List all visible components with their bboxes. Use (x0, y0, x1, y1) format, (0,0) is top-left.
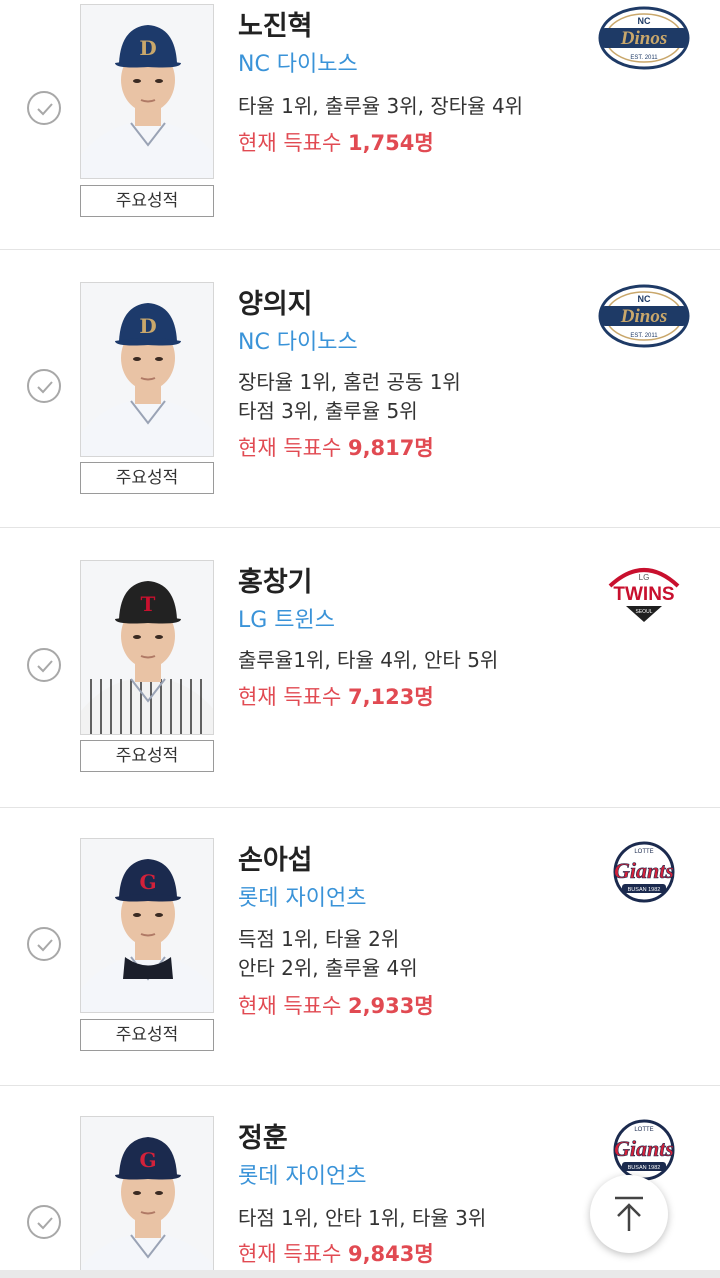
player-card: D 주요성적 양의지 NC 다이노스장타율 1위, 홈런 공동 1위타점 3위, 출… (0, 250, 720, 528)
record-line: 득점 1위, 타율 2위 (238, 927, 400, 951)
record-summary: 장타율 1위, 홈런 공동 1위타점 3위, 출루율 5위 (238, 368, 598, 426)
vote-count-label: 현재 득표수 (238, 131, 348, 155)
vote-count-label: 현재 득표수 (238, 436, 348, 460)
logo-main-text: Dinos (620, 28, 667, 49)
logo-sub-text: BUSAN 1982 (628, 1165, 661, 1171)
arrow-up-icon (615, 1196, 643, 1231)
logo-top-text: NC (638, 294, 651, 304)
nc-dinos-logo: NC Dinos EST. 2011 (596, 284, 692, 348)
record-summary: 출루율1위, 타율 4위, 안타 5위 (238, 646, 598, 675)
player-card: T 주요성적 홍창기 LG 트윈스출루율1위, 타율 4위, 안타 5위현재 득표수… (0, 528, 720, 808)
main-stats-button[interactable]: 주요성적 (80, 462, 214, 494)
logo-sub-text: SEOUL (636, 609, 653, 615)
player-name: 정훈 (238, 1123, 288, 1154)
record-line: 출루율1위, 타율 4위, 안타 5위 (238, 648, 499, 672)
vote-check-button[interactable] (27, 91, 61, 125)
scroll-to-top-button[interactable] (590, 1175, 668, 1253)
vote-count: 현재 득표수 2,933명 (238, 990, 434, 1020)
record-line: 타율 1위, 출루율 3위, 장타율 4위 (238, 94, 524, 118)
team-name: 롯데 자이언츠 (238, 1164, 367, 1189)
check-icon (37, 1217, 53, 1230)
lg-twins-emblem-icon: LG TWINS SEOUL (608, 568, 680, 622)
main-stats-button[interactable]: 주요성적 (80, 185, 214, 217)
nc-dinos-emblem-icon: NC Dinos EST. 2011 (598, 6, 690, 70)
player-photo: G (80, 838, 214, 1013)
player-silhouette-icon: D (81, 5, 213, 178)
player-card: D 주요성적 노진혁 NC 다이노스타율 1위, 출루율 3위, 장타율 4위현재 … (0, 0, 720, 250)
nc-dinos-emblem-icon: NC Dinos EST. 2011 (598, 284, 690, 348)
player-photo: D (80, 4, 214, 179)
svg-text:T: T (141, 592, 156, 616)
player-silhouette-icon: G (81, 1117, 213, 1278)
lotte-giants-logo: LOTTE Giants BUSAN 1982 (596, 840, 692, 904)
vote-count-value: 2,933명 (347, 994, 434, 1018)
vote-check-button[interactable] (27, 927, 61, 961)
nc-dinos-logo: NC Dinos EST. 2011 (596, 6, 692, 70)
vote-check-button[interactable] (27, 369, 61, 403)
lg-twins-logo: LG TWINS SEOUL (596, 562, 692, 626)
svg-text:G: G (139, 870, 156, 894)
player-name: 양의지 (238, 289, 313, 320)
svg-text:G: G (139, 1148, 156, 1172)
logo-top-text: NC (638, 16, 651, 26)
logo-main-text: Giants (614, 1136, 674, 1161)
vote-count-label: 현재 득표수 (238, 994, 348, 1018)
vote-count-label: 현재 득표수 (238, 685, 348, 709)
logo-sub-text: EST. 2011 (630, 333, 658, 339)
record-line: 타점 3위, 출루율 5위 (238, 399, 418, 423)
logo-top-text: LOTTE (634, 849, 653, 855)
logo-main-text: Dinos (620, 306, 667, 327)
logo-sub-text: EST. 2011 (630, 55, 658, 61)
record-summary: 타점 1위, 안타 1위, 타율 3위 (238, 1204, 598, 1233)
bottom-edge (0, 1270, 720, 1278)
svg-text:D: D (139, 314, 156, 338)
main-stats-button[interactable]: 주요성적 (80, 740, 214, 772)
check-icon (37, 660, 53, 673)
player-card: G 주요성적 손아섭롯데 자이언츠득점 1위, 타율 2위안타 2위, 출루율 4… (0, 808, 720, 1086)
team-name: NC 다이노스 (238, 52, 358, 77)
player-name: 노진혁 (238, 11, 313, 42)
vote-count-value: 7,123명 (347, 685, 434, 709)
logo-sub-text: BUSAN 1982 (628, 887, 661, 893)
logo-top-text: LOTTE (634, 1127, 653, 1133)
record-line: 타점 1위, 안타 1위, 타율 3위 (238, 1206, 487, 1230)
vote-count-value: 9,843명 (347, 1242, 434, 1266)
vote-count: 현재 득표수 1,754명 (238, 127, 434, 157)
player-photo: T (80, 560, 214, 735)
player-silhouette-icon: G (81, 839, 213, 1012)
record-line: 장타율 1위, 홈런 공동 1위 (238, 370, 461, 394)
logo-top-text: LG (639, 573, 650, 582)
vote-count: 현재 득표수 9,843명 (238, 1238, 434, 1268)
vote-count-label: 현재 득표수 (238, 1242, 348, 1266)
vote-count: 현재 득표수 9,817명 (238, 432, 434, 462)
record-summary: 타율 1위, 출루율 3위, 장타율 4위 (238, 92, 598, 121)
check-icon (37, 103, 53, 116)
lotte-giants-emblem-icon: LOTTE Giants BUSAN 1982 (613, 1119, 675, 1181)
player-silhouette-icon: D (81, 283, 213, 456)
vote-count: 현재 득표수 7,123명 (238, 681, 434, 711)
player-name: 손아섭 (238, 845, 313, 876)
check-icon (37, 381, 53, 394)
check-icon (37, 939, 53, 952)
player-silhouette-icon: T (81, 561, 213, 734)
logo-main-text: Giants (614, 858, 674, 883)
lotte-giants-emblem-icon: LOTTE Giants BUSAN 1982 (613, 841, 675, 903)
team-name: LG 트윈스 (238, 608, 336, 633)
player-photo: G (80, 1116, 214, 1278)
team-name: NC 다이노스 (238, 330, 358, 355)
svg-text:D: D (139, 36, 156, 60)
vote-check-button[interactable] (27, 1205, 61, 1239)
vote-check-button[interactable] (27, 648, 61, 682)
logo-main-text: TWINS (613, 584, 674, 605)
player-photo: D (80, 282, 214, 457)
player-name: 홍창기 (238, 567, 313, 598)
vote-count-value: 9,817명 (347, 436, 434, 460)
record-line: 안타 2위, 출루율 4위 (238, 956, 418, 980)
record-summary: 득점 1위, 타율 2위안타 2위, 출루율 4위 (238, 925, 598, 983)
main-stats-button[interactable]: 주요성적 (80, 1019, 214, 1051)
team-name: 롯데 자이언츠 (238, 886, 367, 911)
lotte-giants-logo: LOTTE Giants BUSAN 1982 (596, 1118, 692, 1182)
vote-count-value: 1,754명 (347, 131, 434, 155)
